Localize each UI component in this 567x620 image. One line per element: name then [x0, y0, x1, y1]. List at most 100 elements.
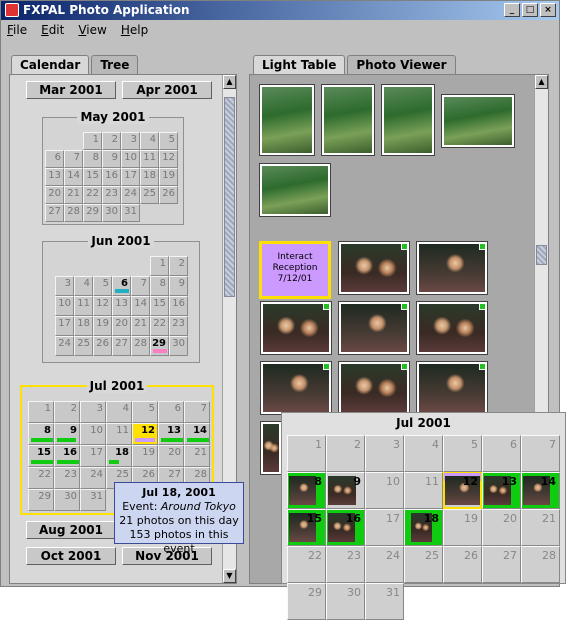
calendar-day[interactable]: 30 — [54, 489, 80, 511]
calendar-day[interactable]: 17 — [55, 316, 74, 336]
calendar-day[interactable]: 8 — [28, 423, 54, 445]
calendar-day[interactable]: 19 — [132, 445, 158, 467]
calendar-day[interactable]: 25 — [74, 336, 93, 356]
calendar-day[interactable]: 11 — [74, 296, 93, 316]
calendar-day[interactable]: 6 — [112, 276, 131, 296]
calendar-day[interactable]: 9 — [169, 276, 188, 296]
zoom-day[interactable]: 1 — [287, 435, 326, 472]
scroll-up-icon[interactable]: ▲ — [223, 75, 236, 89]
zoom-day[interactable]: 20 — [482, 509, 521, 546]
photo-thumbnail[interactable] — [441, 94, 515, 148]
calendar-day[interactable]: 15 — [28, 445, 54, 467]
calendar-day[interactable]: 3 — [55, 276, 74, 296]
calendar-day[interactable]: 14 — [131, 296, 150, 316]
calendar-day[interactable]: 30 — [102, 204, 121, 222]
calendar-day[interactable]: 9 — [54, 423, 80, 445]
calendar-day[interactable]: 16 — [54, 445, 80, 467]
calendar-day[interactable]: 20 — [45, 186, 64, 204]
calendar-day[interactable]: 4 — [74, 276, 93, 296]
tab-tree[interactable]: Tree — [91, 55, 139, 75]
calendar-day[interactable]: 23 — [54, 467, 80, 489]
calendar-day[interactable]: 22 — [83, 186, 102, 204]
calendar-day[interactable]: 5 — [132, 401, 158, 423]
calendar-day[interactable]: 21 — [64, 186, 83, 204]
calendar-day[interactable]: 27 — [45, 204, 64, 222]
calendar-day[interactable]: 21 — [184, 445, 210, 467]
calendar-day[interactable]: 19 — [93, 316, 112, 336]
zoom-day[interactable]: 11 — [404, 472, 443, 509]
menu-edit[interactable]: Edit — [41, 20, 64, 40]
calendar-day[interactable]: 18 — [74, 316, 93, 336]
lt-scroll-up-icon[interactable]: ▲ — [535, 75, 548, 89]
photo-thumbnail[interactable] — [338, 361, 410, 415]
calendar-day[interactable]: 30 — [169, 336, 188, 356]
photo-thumbnail[interactable] — [259, 84, 315, 156]
zoom-day[interactable]: 29 — [287, 583, 326, 620]
calendar-day[interactable]: 11 — [140, 150, 159, 168]
calendar-day[interactable]: 12 — [132, 423, 158, 445]
zoom-day[interactable]: 8 — [287, 472, 326, 509]
calendar-day[interactable]: 11 — [106, 423, 132, 445]
calendar-day[interactable]: 5 — [93, 276, 112, 296]
calendar-day[interactable]: 14 — [64, 168, 83, 186]
tab-light-table[interactable]: Light Table — [253, 55, 346, 75]
zoom-day[interactable]: 2 — [326, 435, 365, 472]
calendar-day[interactable]: 1 — [28, 401, 54, 423]
zoom-day[interactable]: 28 — [521, 546, 560, 583]
month-button-mar[interactable]: Mar 2001 — [26, 81, 116, 99]
photo-thumbnail[interactable] — [416, 241, 488, 295]
calendar-day[interactable]: 7 — [64, 150, 83, 168]
menu-file[interactable]: File — [7, 20, 27, 40]
photo-thumbnail[interactable] — [338, 301, 410, 355]
photo-thumbnail[interactable] — [416, 301, 488, 355]
calendar-day[interactable]: 2 — [102, 132, 121, 150]
calendar-day[interactable]: 5 — [159, 132, 178, 150]
photo-thumbnail[interactable] — [381, 84, 435, 156]
lt-scroll-thumb[interactable] — [536, 245, 547, 265]
photo-thumbnail[interactable] — [260, 361, 332, 415]
calendar-day[interactable]: 13 — [112, 296, 131, 316]
calendar-day[interactable]: 22 — [28, 467, 54, 489]
calendar-day[interactable]: 31 — [121, 204, 140, 222]
calendar-day[interactable]: 26 — [159, 186, 178, 204]
calendar-day[interactable]: 20 — [112, 316, 131, 336]
calendar-day[interactable]: 10 — [121, 150, 140, 168]
zoom-day[interactable]: 27 — [482, 546, 521, 583]
tab-photo-viewer[interactable]: Photo Viewer — [347, 55, 456, 75]
calendar-day[interactable]: 18 — [140, 168, 159, 186]
calendar-day[interactable]: 24 — [80, 467, 106, 489]
calendar-day[interactable]: 10 — [55, 296, 74, 316]
zoom-day[interactable]: 10 — [365, 472, 404, 509]
calendar-day[interactable]: 24 — [55, 336, 74, 356]
calendar-day[interactable]: 15 — [150, 296, 169, 316]
zoom-day[interactable]: 22 — [287, 546, 326, 583]
zoom-day[interactable]: 23 — [326, 546, 365, 583]
calendar-day[interactable]: 15 — [83, 168, 102, 186]
zoom-day[interactable]: 4 — [404, 435, 443, 472]
zoom-day[interactable]: 31 — [365, 583, 404, 620]
calendar-day[interactable]: 13 — [45, 168, 64, 186]
zoom-day[interactable]: 12 — [443, 472, 482, 509]
zoom-day[interactable]: 9 — [326, 472, 365, 509]
calendar-day[interactable]: 2 — [169, 256, 188, 276]
calendar-day[interactable]: 6 — [45, 150, 64, 168]
calendar-day[interactable]: 28 — [64, 204, 83, 222]
zoom-day[interactable]: 24 — [365, 546, 404, 583]
month-button-apr[interactable]: Apr 2001 — [122, 81, 212, 99]
calendar-day[interactable]: 23 — [169, 316, 188, 336]
zoom-day[interactable]: 13 — [482, 472, 521, 509]
zoom-day[interactable]: 30 — [326, 583, 365, 620]
calendar-day[interactable]: 8 — [83, 150, 102, 168]
photo-thumbnail[interactable] — [321, 84, 375, 156]
calendar-day[interactable]: 3 — [121, 132, 140, 150]
zoom-day[interactable]: 18 — [404, 509, 443, 546]
calendar-day[interactable]: 2 — [54, 401, 80, 423]
calendar-day[interactable]: 17 — [80, 445, 106, 467]
scroll-thumb[interactable] — [224, 97, 235, 297]
calendar-day[interactable]: 1 — [83, 132, 102, 150]
calendar-day[interactable]: 17 — [121, 168, 140, 186]
calendar-day[interactable]: 3 — [80, 401, 106, 423]
close-button[interactable]: × — [540, 3, 556, 17]
calendar-day[interactable]: 29 — [83, 204, 102, 222]
minimize-button[interactable]: _ — [504, 3, 520, 17]
